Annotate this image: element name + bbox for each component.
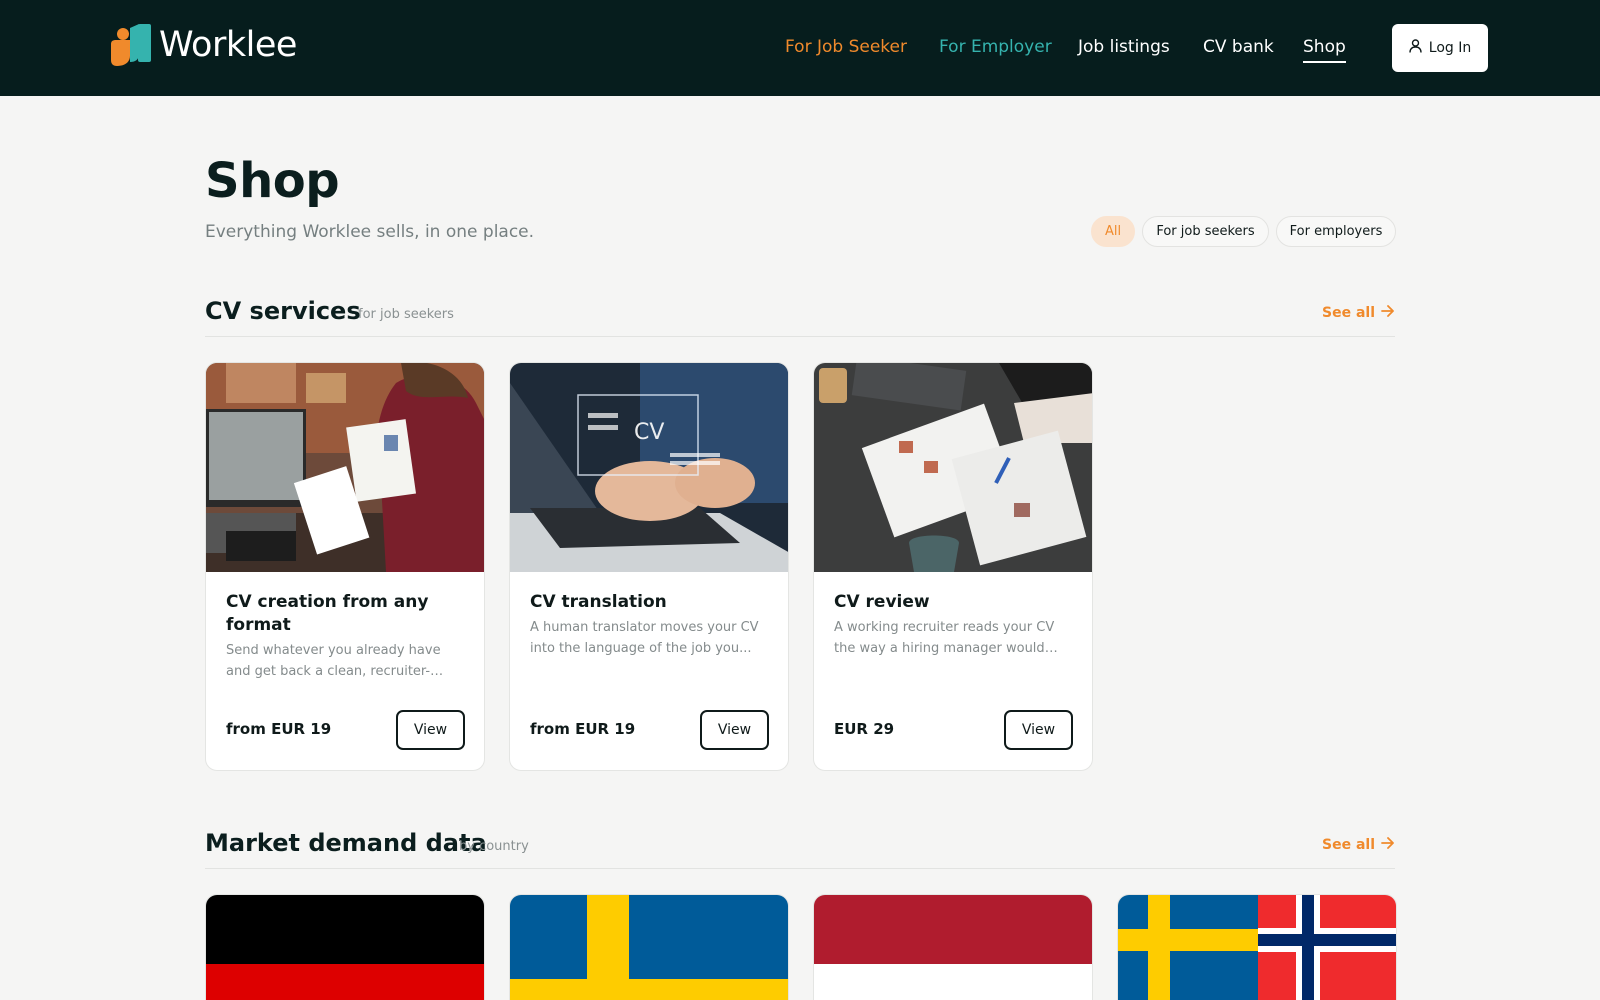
login-label: Log In	[1428, 40, 1472, 56]
product-description: A human translator moves your CV into th…	[530, 620, 759, 656]
section-title: CV services	[205, 297, 361, 325]
category-filter-chips: All For job seekers For employers	[0, 216, 1600, 247]
section-title: Market demand data	[205, 829, 487, 857]
nav-for-job-seeker[interactable]: For Job Seeker	[785, 34, 907, 60]
product-image: CV	[510, 363, 788, 572]
filter-all[interactable]: All	[1091, 216, 1135, 247]
see-all-label: See all	[1322, 305, 1375, 321]
section-header-cv-services: CV services for job seekers See all	[205, 297, 1395, 337]
nav-shop[interactable]: Shop	[1303, 34, 1346, 63]
section-subtitle: by country	[459, 839, 529, 854]
product-card-cv-review[interactable]: CV review A working recruiter reads your…	[813, 362, 1093, 771]
sweden-flag	[510, 895, 788, 1000]
product-image	[206, 363, 484, 572]
filter-for-job-seekers[interactable]: For job seekers	[1142, 216, 1269, 247]
product-image	[814, 363, 1092, 572]
see-all-link[interactable]: See all	[1322, 305, 1395, 321]
section-subtitle: for job seekers	[358, 307, 454, 322]
arrow-right-icon	[1381, 837, 1395, 853]
view-button[interactable]: View	[396, 710, 465, 750]
section-header-market-demand: Market demand data by country See all	[205, 829, 1395, 869]
market-card-poland[interactable]	[813, 894, 1093, 1000]
product-price: EUR 29	[834, 720, 895, 738]
product-description: A working recruiter reads your CV the wa…	[834, 620, 1055, 656]
market-card-sweden[interactable]	[509, 894, 789, 1000]
product-price: from EUR 19	[226, 720, 332, 738]
product-description: Send whatever you already have and get b…	[226, 643, 441, 679]
product-card-cv-translation[interactable]: CV CV translation A human translator mov…	[509, 362, 789, 771]
view-button[interactable]: View	[1004, 710, 1073, 750]
nav-cv-bank[interactable]: CV bank	[1203, 34, 1274, 60]
main-nav: For Job Seeker For Employer Job listings…	[0, 34, 1600, 63]
nav-for-employer[interactable]: For Employer	[939, 34, 1052, 60]
login-button[interactable]: Log In	[1392, 24, 1488, 72]
product-title: CV review	[834, 592, 930, 612]
nav-job-listings[interactable]: Job listings	[1078, 34, 1170, 60]
arrow-right-icon	[1381, 305, 1395, 321]
product-price: from EUR 19	[530, 720, 636, 738]
product-card-cv-creation[interactable]: CV creation from any format Send whateve…	[205, 362, 485, 771]
user-icon	[1409, 39, 1422, 57]
filter-for-employers[interactable]: For employers	[1276, 216, 1396, 247]
view-button[interactable]: View	[700, 710, 769, 750]
svg-text:CV: CV	[634, 420, 664, 445]
product-title: CV creation from any format	[226, 592, 429, 635]
germany-flag	[206, 895, 484, 1000]
see-all-label: See all	[1322, 837, 1375, 853]
see-all-link[interactable]: See all	[1322, 837, 1395, 853]
top-navigation-bar: Worklee For Job Seeker For Employer Job …	[0, 0, 1600, 96]
market-card-sweden-norway[interactable]	[1117, 894, 1397, 1000]
page-title: Shop	[205, 153, 340, 209]
poland-flag	[814, 895, 1092, 1000]
product-title: CV translation	[530, 592, 667, 612]
market-card-germany[interactable]	[205, 894, 485, 1000]
sweden-norway-flag	[1118, 895, 1396, 1000]
